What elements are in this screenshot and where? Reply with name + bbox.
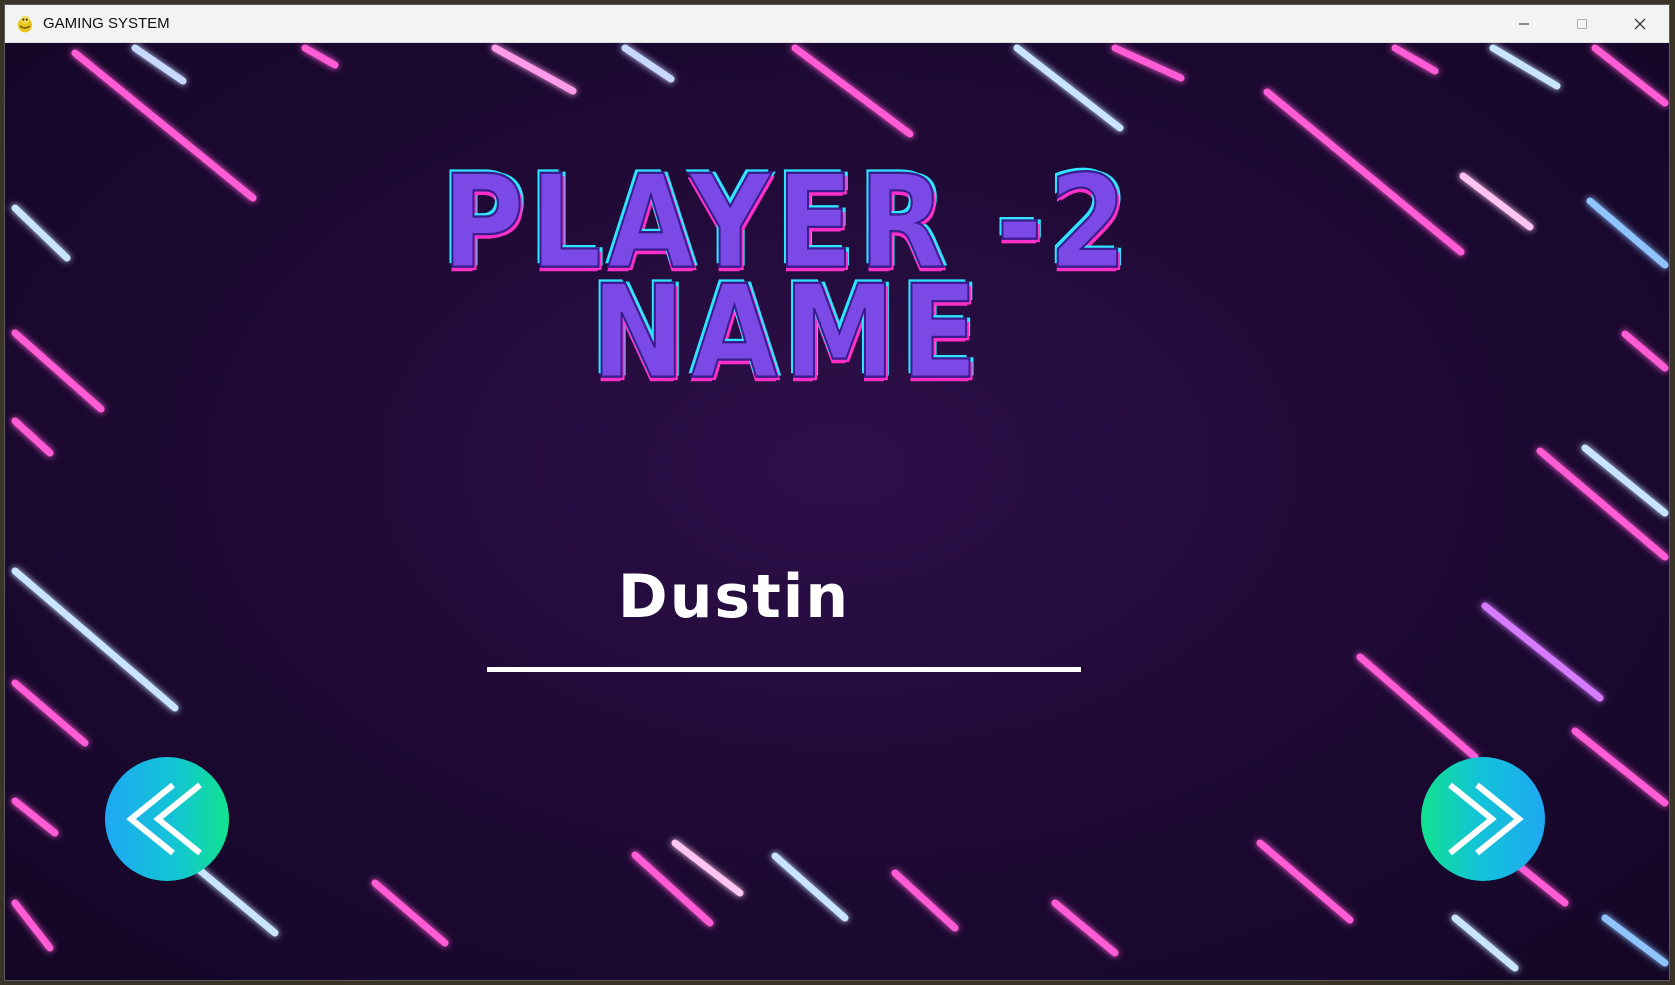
- next-button[interactable]: [1421, 757, 1545, 881]
- player-name-value: Dustin: [617, 562, 851, 632]
- double-chevron-right-icon: [1448, 782, 1524, 856]
- close-button[interactable]: [1611, 5, 1669, 43]
- maximize-icon: [1577, 19, 1587, 29]
- maximize-button[interactable]: [1553, 5, 1611, 43]
- player-name-input[interactable]: Dustin: [487, 563, 1081, 672]
- minimize-button[interactable]: [1495, 5, 1553, 43]
- game-screen: PLAYER -2 NAME Dustin: [5, 43, 1669, 980]
- close-icon: [1634, 18, 1646, 30]
- game-window: GAMING SYSTEM PLAYER -2 NAME Dustin: [4, 4, 1670, 981]
- window-controls: [1495, 5, 1669, 43]
- name-input-underline: [487, 667, 1081, 672]
- heading-name-label: NAME: [590, 257, 984, 409]
- back-button[interactable]: [105, 757, 229, 881]
- title-bar[interactable]: GAMING SYSTEM: [5, 5, 1669, 43]
- window-title: GAMING SYSTEM: [43, 15, 170, 32]
- double-chevron-left-icon: [126, 782, 202, 856]
- minimize-icon: [1519, 23, 1529, 25]
- pygame-snake-icon: [15, 14, 35, 34]
